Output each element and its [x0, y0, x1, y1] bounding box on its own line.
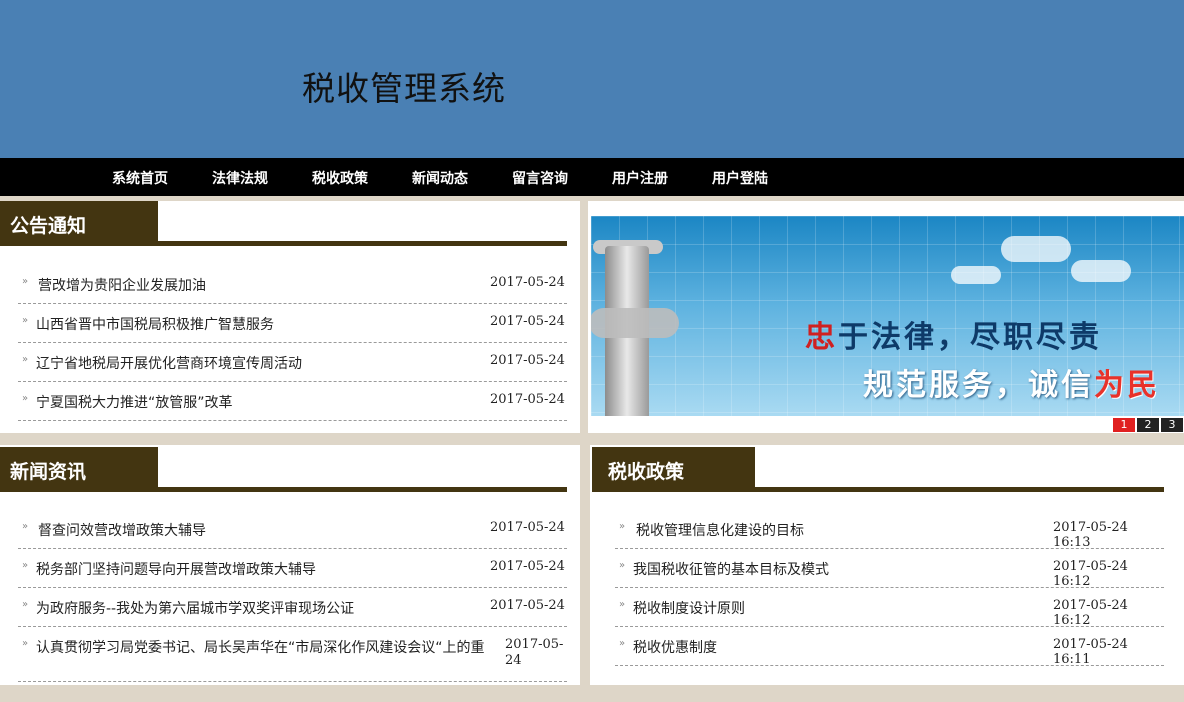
news-panel: 新闻资讯 » 督查问效营改增政策大辅导 2017-05-24 » 税务部门坚持问…: [0, 445, 580, 685]
news-item[interactable]: » 认真贯彻学习局党委书记、局长吴声华在“市局深化作风建设会议“上的重 2017…: [18, 627, 567, 682]
bullet-icon: »: [22, 276, 29, 287]
nav-home[interactable]: 系统首页: [112, 168, 168, 188]
news-item[interactable]: » 督查问效营改增政策大辅导 2017-05-24: [18, 510, 567, 549]
notice-title-underline: [0, 241, 567, 246]
bullet-icon: »: [619, 560, 626, 571]
news-item[interactable]: » 税务部门坚持问题导向开展营改增政策大辅导 2017-05-24: [18, 549, 567, 588]
banner-page-2[interactable]: 2: [1137, 418, 1159, 432]
policy-panel: 税收政策 » 税收管理信息化建设的目标 2017-05-24 16:13 » 我…: [590, 445, 1184, 685]
banner-slideshow[interactable]: 忠于法律，尽职尽责 规范服务，诚信为民: [591, 216, 1184, 416]
policy-title: 税收政策: [592, 447, 755, 487]
cloud-decoration: [1071, 260, 1131, 282]
site-header: 税收管理系统: [0, 0, 1184, 158]
nav-register[interactable]: 用户注册: [612, 168, 668, 188]
nav-news[interactable]: 新闻动态: [412, 168, 468, 188]
banner-slogan-line2: 规范服务，诚信为民: [863, 368, 1160, 403]
main-nav: 系统首页 法律法规 税收政策 新闻动态 留言咨询 用户注册 用户登陆: [0, 158, 1184, 196]
news-title-underline: [0, 487, 567, 492]
bullet-icon: »: [619, 638, 626, 649]
policy-item[interactable]: » 税收制度设计原则 2017-05-24 16:12: [615, 588, 1164, 628]
notice-item[interactable]: » 山西省晋中市国税局积极推广智慧服务 2017-05-24: [18, 304, 567, 343]
nav-consult[interactable]: 留言咨询: [512, 168, 568, 188]
banner-slogan-line1: 忠于法律，尽职尽责: [805, 320, 1102, 355]
banner-page-3[interactable]: 3: [1161, 418, 1183, 432]
cloud-decoration: [951, 266, 1001, 284]
bullet-icon: »: [22, 599, 29, 610]
bullet-icon: »: [619, 599, 626, 610]
bullet-icon: »: [22, 393, 29, 404]
policy-title-underline: [592, 487, 1164, 492]
notice-item[interactable]: » 宁夏国税大力推进“放管服”改革 2017-05-24: [18, 382, 567, 421]
notice-panel: 公告通知 » 营改增为贵阳企业发展加油 2017-05-24 » 山西省晋中市国…: [0, 201, 580, 433]
cloud-decoration: [1001, 236, 1071, 262]
nav-tax-policy[interactable]: 税收政策: [312, 168, 368, 188]
bullet-icon: »: [22, 521, 29, 532]
pillar-wing: [591, 308, 679, 338]
notice-item[interactable]: » 辽宁省地税局开展优化营商环境宣传周活动 2017-05-24: [18, 343, 567, 382]
notice-item[interactable]: » 营改增为贵阳企业发展加油 2017-05-24: [18, 265, 567, 304]
notice-title: 公告通知: [0, 201, 158, 241]
bullet-icon: »: [619, 521, 626, 532]
news-item[interactable]: » 为政府服务--我处为第六届城市学双奖评审现场公证 2017-05-24: [18, 588, 567, 627]
site-title: 税收管理系统: [302, 69, 506, 108]
policy-item[interactable]: » 税收管理信息化建设的目标 2017-05-24 16:13: [615, 510, 1164, 550]
banner-page-1[interactable]: 1: [1113, 418, 1135, 432]
bullet-icon: »: [22, 560, 29, 571]
bullet-icon: »: [22, 315, 29, 326]
policy-item[interactable]: » 我国税收征管的基本目标及模式 2017-05-24 16:12: [615, 549, 1164, 589]
policy-item[interactable]: » 税收优惠制度 2017-05-24 16:11: [615, 627, 1164, 667]
news-title: 新闻资讯: [0, 447, 158, 487]
nav-laws[interactable]: 法律法规: [212, 168, 268, 188]
bullet-icon: »: [22, 638, 29, 649]
bullet-icon: »: [22, 354, 29, 365]
nav-login[interactable]: 用户登陆: [712, 168, 768, 188]
